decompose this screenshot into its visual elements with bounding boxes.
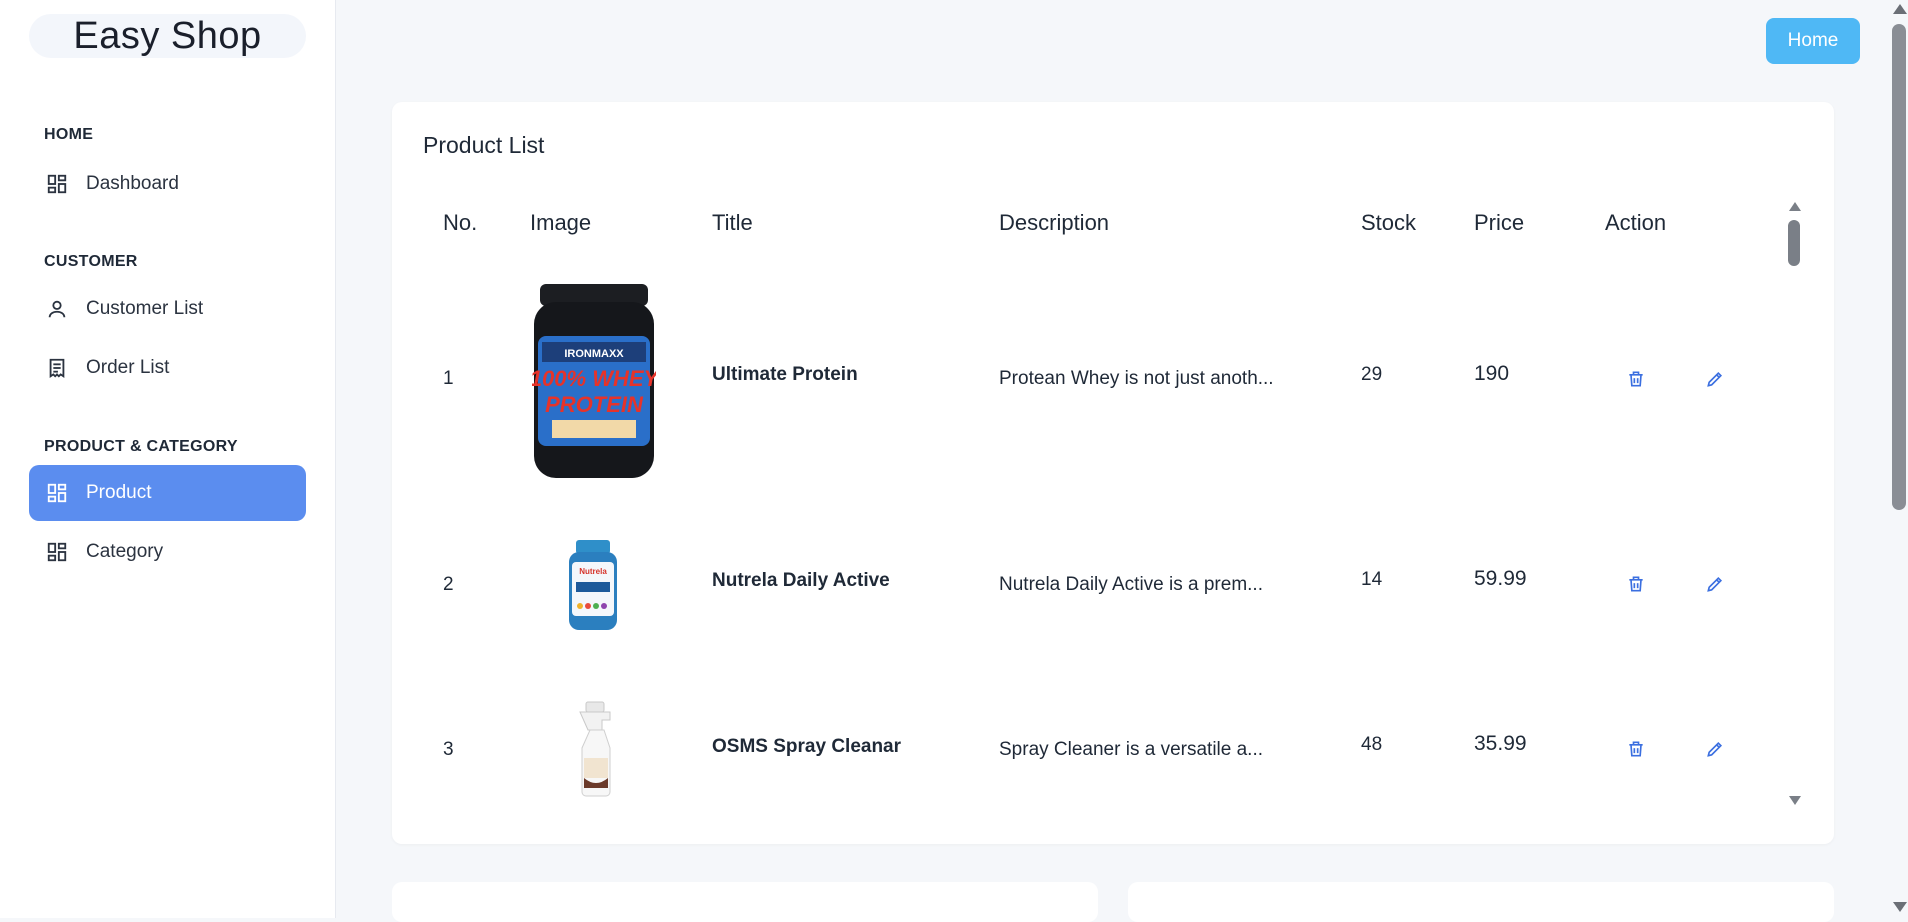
product-title: OSMS Spray Cleanar: [712, 736, 902, 757]
column-header-no: No.: [443, 210, 478, 235]
product-title: Nutrela Daily Active: [712, 570, 890, 591]
section-title-home: HOME: [44, 126, 94, 143]
section-title-product-category: PRODUCT & CATEGORY: [44, 438, 238, 455]
edit-icon[interactable]: [1705, 574, 1725, 594]
trash-icon[interactable]: [1626, 574, 1646, 594]
supplement-bottle-image: Nutrela: [566, 540, 620, 637]
sidebar-item-dashboard[interactable]: Dashboard: [29, 156, 306, 212]
product-title: Ultimate Protein: [712, 364, 858, 385]
page-scroll-down-arrow[interactable]: [1893, 902, 1907, 912]
section-title-customer: CUSTOMER: [44, 253, 138, 270]
product-stock: 14: [1361, 569, 1383, 590]
product-stock: 29: [1361, 364, 1383, 385]
svg-text:Nutrela: Nutrela: [579, 567, 607, 576]
column-header-image: Image: [530, 210, 592, 235]
sidebar-item-label: Customer List: [86, 298, 204, 319]
dashboard-icon: [44, 171, 70, 197]
page-scrollbar-thumb[interactable]: [1892, 24, 1906, 510]
product-description: Nutrela Daily Active is a prem...: [999, 574, 1263, 595]
sidebar-item-order-list[interactable]: Order List: [29, 340, 306, 396]
product-price: 59.99: [1474, 567, 1527, 590]
table-scroll-up-arrow[interactable]: [1789, 202, 1801, 211]
column-header-price: Price: [1474, 210, 1525, 235]
table-scrollbar-thumb[interactable]: [1788, 220, 1800, 266]
sidebar: Easy Shop HOME Dashboard CUSTOMER Custom…: [0, 0, 336, 918]
sidebar-item-label: Dashboard: [86, 173, 179, 194]
receipt-icon: [44, 355, 70, 381]
sidebar-item-category[interactable]: Category: [29, 524, 306, 580]
protein-jar-image: IRONMAXX 100% WHEY PROTEIN: [530, 278, 661, 487]
edit-icon[interactable]: [1705, 369, 1725, 389]
product-price: 35.99: [1474, 732, 1527, 755]
column-header-description: Description: [999, 210, 1110, 235]
sidebar-item-customer-list[interactable]: Customer List: [29, 281, 306, 337]
svg-text:PROTEIN: PROTEIN: [545, 392, 644, 417]
dashboard-icon: [44, 539, 70, 565]
edit-icon[interactable]: [1705, 739, 1725, 759]
bottom-card-right: [1128, 882, 1834, 922]
dashboard-icon: [44, 480, 70, 506]
sidebar-item-product[interactable]: Product: [29, 465, 306, 521]
trash-icon[interactable]: [1626, 369, 1646, 389]
table-scroll-down-arrow[interactable]: [1789, 796, 1801, 805]
product-description: Protean Whey is not just anoth...: [999, 368, 1274, 389]
product-list-card: Product List No. Image Title Description…: [392, 102, 1834, 844]
column-header-title: Title: [712, 210, 753, 235]
column-header-stock: Stock: [1361, 210, 1417, 235]
home-button[interactable]: Home: [1766, 18, 1860, 64]
bottom-card-left: [392, 882, 1098, 922]
product-price: 190: [1474, 362, 1510, 385]
page-scroll-up-arrow[interactable]: [1893, 4, 1907, 14]
svg-text:IRONMAXX: IRONMAXX: [564, 348, 624, 360]
sidebar-item-label: Product: [86, 482, 152, 503]
spray-bottle-image: [572, 700, 618, 803]
sidebar-item-label: Category: [86, 541, 164, 562]
product-description: Spray Cleaner is a versatile a...: [999, 739, 1264, 760]
row-number: 1: [443, 368, 454, 389]
column-header-action: Action: [1605, 210, 1667, 235]
trash-icon[interactable]: [1626, 739, 1646, 759]
row-number: 2: [443, 574, 454, 595]
product-stock: 48: [1361, 734, 1383, 755]
svg-text:100% WHEY: 100% WHEY: [532, 366, 656, 391]
user-icon: [44, 296, 70, 322]
product-table: No. Image Title Description Stock Price …: [392, 102, 1834, 844]
brand-logo[interactable]: Easy Shop: [29, 14, 306, 58]
sidebar-item-label: Order List: [86, 357, 170, 378]
row-number: 3: [443, 739, 454, 760]
